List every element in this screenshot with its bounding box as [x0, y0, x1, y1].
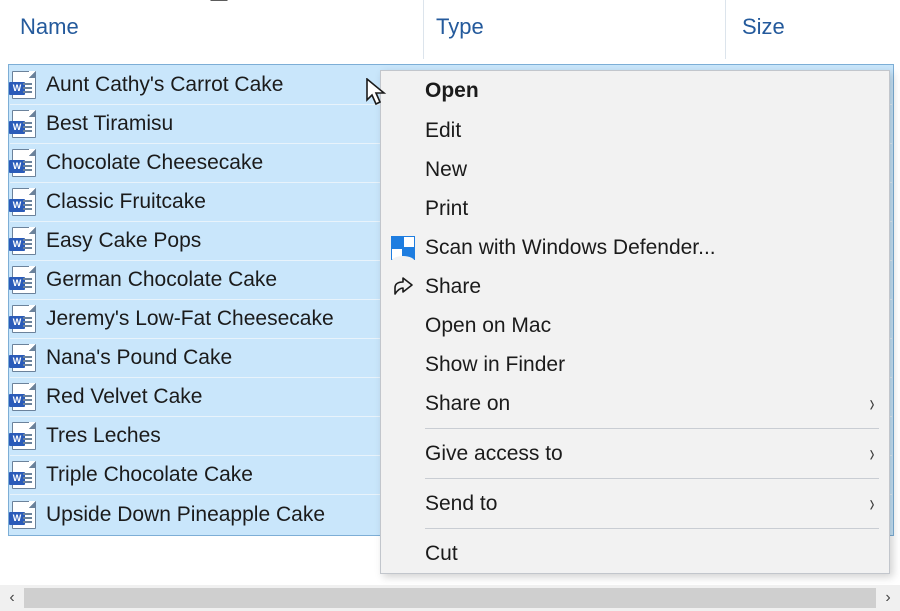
column-header-size[interactable]: Size	[726, 0, 900, 59]
chevron-left-icon: ‹	[9, 589, 14, 607]
menu-item-label: Send to	[425, 492, 855, 516]
menu-item-label: Edit	[425, 119, 889, 143]
column-header-size-label: Size	[742, 14, 785, 40]
word-document-icon: W	[12, 305, 36, 333]
windows-defender-shield-icon	[381, 236, 425, 260]
menu-item-label: Share on	[425, 392, 855, 416]
menu-item-show-in-finder[interactable]: Show in Finder	[381, 345, 889, 384]
menu-item-cut[interactable]: Cut	[381, 534, 889, 573]
menu-item-share[interactable]: Share	[381, 267, 889, 306]
menu-separator	[425, 428, 879, 429]
word-document-icon: W	[12, 383, 36, 411]
word-document-icon: W	[12, 461, 36, 489]
context-menu: Open Edit New Print Scan with Windows De…	[380, 70, 890, 574]
menu-item-label: Share	[425, 275, 889, 299]
column-header-row: Name Type Size	[0, 0, 900, 60]
scroll-left-button[interactable]: ‹	[0, 585, 24, 611]
column-header-type[interactable]: Type	[424, 0, 726, 59]
file-name: Upside Down Pineapple Cake	[46, 503, 325, 527]
menu-item-label: Print	[425, 197, 889, 221]
menu-item-new[interactable]: New	[381, 150, 889, 189]
menu-item-label: New	[425, 158, 889, 182]
word-document-icon: W	[12, 149, 36, 177]
word-document-icon: W	[12, 344, 36, 372]
column-header-type-label: Type	[436, 14, 484, 40]
file-name: Easy Cake Pops	[46, 229, 201, 253]
menu-item-label: Cut	[425, 542, 889, 566]
menu-item-label: Give access to	[425, 442, 855, 466]
horizontal-scrollbar[interactable]: ‹ ›	[0, 585, 900, 611]
column-header-name[interactable]: Name	[0, 0, 424, 59]
file-name: Tres Leches	[46, 424, 161, 448]
word-document-icon: W	[12, 266, 36, 294]
word-document-icon: W	[12, 71, 36, 99]
file-name: Nana's Pound Cake	[46, 346, 232, 370]
file-name: Jeremy's Low-Fat Cheesecake	[46, 307, 334, 331]
submenu-arrow-icon: ›	[862, 390, 882, 418]
file-name: Aunt Cathy's Carrot Cake	[46, 73, 283, 97]
menu-item-open[interactable]: Open	[381, 71, 889, 111]
menu-item-label: Open on Mac	[425, 314, 889, 338]
submenu-arrow-icon: ›	[862, 490, 882, 518]
scrollbar-track[interactable]	[24, 585, 876, 611]
menu-separator	[425, 478, 879, 479]
chevron-right-icon: ›	[885, 589, 890, 607]
menu-item-label: Show in Finder	[425, 353, 889, 377]
menu-item-open-on-mac[interactable]: Open on Mac	[381, 306, 889, 345]
menu-separator	[425, 528, 879, 529]
sort-ascending-icon	[210, 0, 228, 1]
file-name: Chocolate Cheesecake	[46, 151, 263, 175]
submenu-arrow-icon: ›	[862, 440, 882, 468]
scroll-right-button[interactable]: ›	[876, 585, 900, 611]
word-document-icon: W	[12, 501, 36, 529]
file-name: Best Tiramisu	[46, 112, 173, 136]
file-name: Red Velvet Cake	[46, 385, 202, 409]
word-document-icon: W	[12, 188, 36, 216]
word-document-icon: W	[12, 227, 36, 255]
menu-item-edit[interactable]: Edit	[381, 111, 889, 150]
column-header-name-label: Name	[20, 14, 79, 40]
file-name: German Chocolate Cake	[46, 268, 277, 292]
menu-item-label: Open	[425, 79, 889, 103]
scrollbar-thumb[interactable]	[24, 588, 876, 608]
share-arrow-icon	[381, 276, 425, 298]
word-document-icon: W	[12, 422, 36, 450]
file-name: Triple Chocolate Cake	[46, 463, 253, 487]
menu-item-print[interactable]: Print	[381, 189, 889, 228]
menu-item-scan-defender[interactable]: Scan with Windows Defender...	[381, 228, 889, 267]
menu-item-give-access-to[interactable]: Give access to ›	[381, 434, 889, 473]
menu-item-send-to[interactable]: Send to ›	[381, 484, 889, 523]
word-document-icon: W	[12, 110, 36, 138]
file-name: Classic Fruitcake	[46, 190, 206, 214]
file-explorer-details-view: { "columns": { "name": "Name", "type": "…	[0, 0, 900, 611]
menu-item-label: Scan with Windows Defender...	[425, 236, 889, 260]
menu-item-share-on[interactable]: Share on ›	[381, 384, 889, 423]
